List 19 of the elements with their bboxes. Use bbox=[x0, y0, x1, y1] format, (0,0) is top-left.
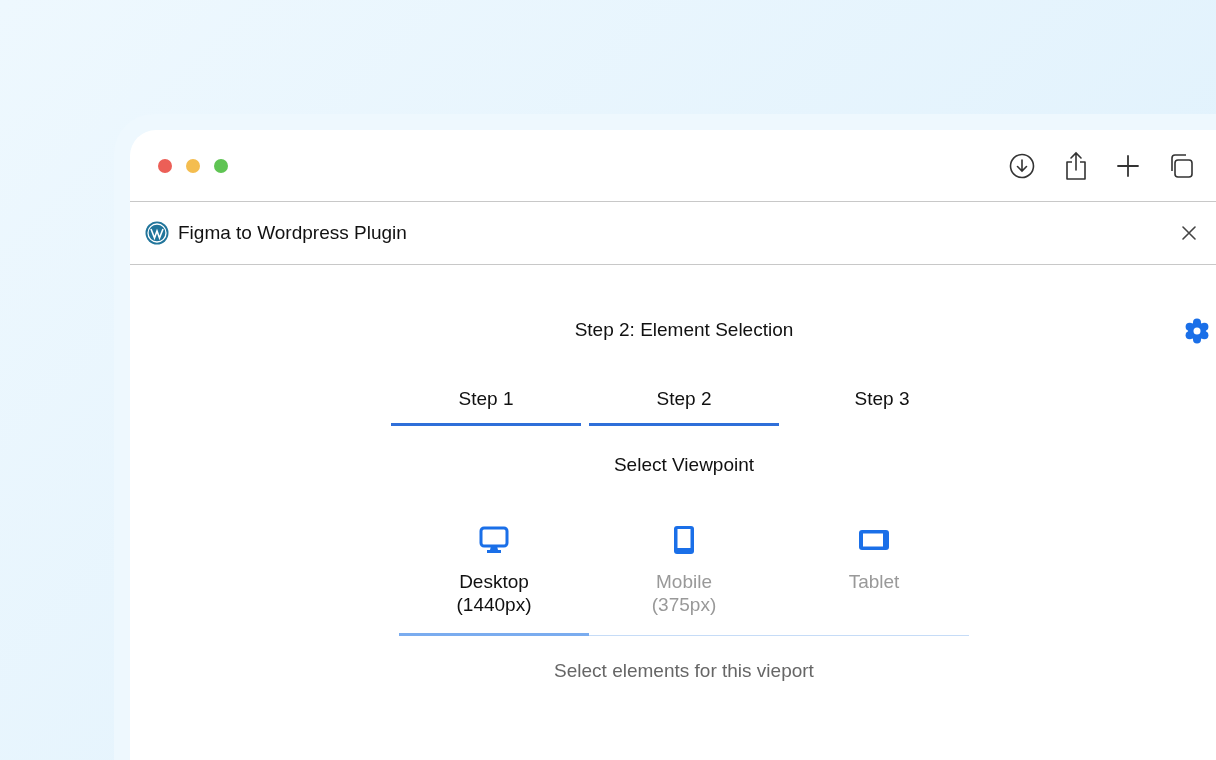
phone-icon bbox=[673, 525, 695, 555]
step-tab[interactable]: Step 2 bbox=[589, 387, 779, 426]
plus-icon[interactable] bbox=[1117, 154, 1139, 177]
wordpress-logo-icon bbox=[145, 221, 169, 245]
section-title: Select Viewpoint bbox=[613, 454, 755, 476]
settings-icon[interactable] bbox=[1183, 317, 1211, 345]
close-window-button[interactable] bbox=[158, 158, 172, 173]
download-icon[interactable] bbox=[1009, 152, 1035, 179]
viewpoint-tab[interactable]: Desktop (1440px) bbox=[399, 508, 589, 636]
step-tab[interactable]: Step 1 bbox=[391, 387, 581, 426]
close-icon[interactable] bbox=[1182, 226, 1196, 240]
page-heading: Step 2: Element Selection bbox=[574, 319, 794, 341]
tab-title: Figma to Wordpress Plugin bbox=[178, 222, 408, 244]
monitor-icon bbox=[479, 525, 509, 555]
tablet-icon bbox=[858, 529, 890, 551]
tabs-icon[interactable] bbox=[1168, 152, 1194, 179]
step-tab[interactable]: Step 3 bbox=[787, 387, 977, 426]
share-icon[interactable] bbox=[1064, 150, 1088, 181]
hint-text: Select elements for this vieport bbox=[554, 660, 814, 682]
